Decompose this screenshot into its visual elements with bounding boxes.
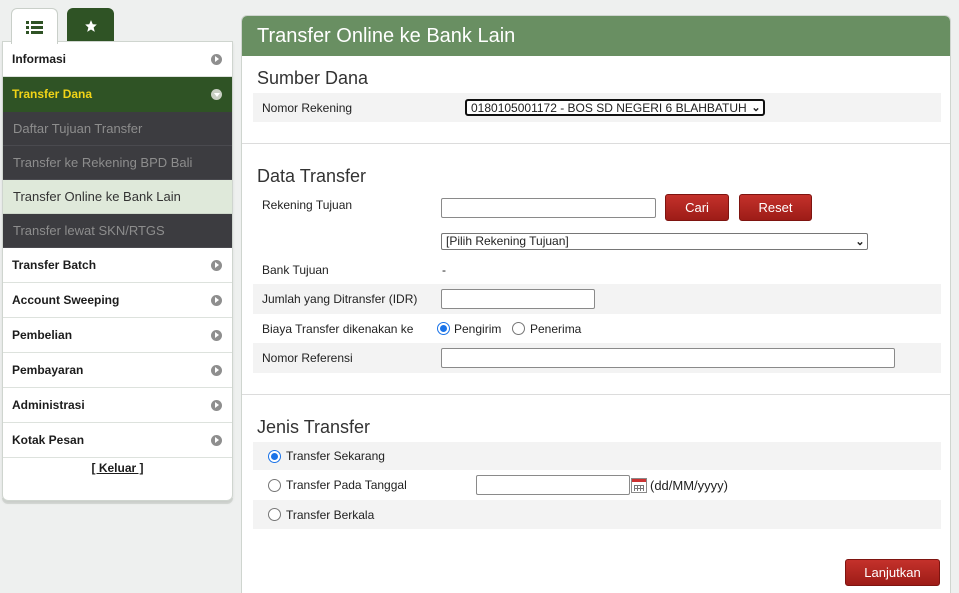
chevron-down-icon: ⌄ [855,235,865,248]
cari-button[interactable]: Cari [665,194,729,221]
radio-transfer-sekarang-label: Transfer Sekarang [286,449,385,463]
sidebar: Informasi Transfer Dana Daftar Tujuan Tr… [2,41,233,501]
main-panel: Transfer Online ke Bank Lain Sumber Dana… [241,15,951,593]
radio-pengirim[interactable] [437,322,450,335]
chevron-down-icon [211,88,222,100]
menu-label: Administrasi [12,398,85,412]
reset-button[interactable]: Reset [739,194,812,221]
rekening-tujuan-input[interactable] [441,198,656,218]
divider [242,394,950,395]
submenu-daftar-tujuan-transfer[interactable]: Daftar Tujuan Transfer [3,112,232,146]
chevron-right-icon [211,364,222,376]
logout-container: [ Keluar ] [3,458,232,475]
logout-link[interactable]: [ Keluar ] [91,461,143,475]
rekening-tujuan-label: Rekening Tujuan [262,198,353,212]
date-format-hint: (dd/MM/yyyy) [650,477,728,493]
divider [242,143,950,144]
favorite-tab[interactable] [67,8,114,43]
menu-label: Transfer Batch [12,258,97,272]
nomor-referensi-label: Nomor Referensi [262,351,353,365]
menu-pembayaran[interactable]: Pembayaran [3,353,232,388]
menu-label: Transfer Dana [12,87,93,101]
pilih-rekening-tujuan-select[interactable]: [Pilih Rekening Tujuan] ⌄ [441,232,868,250]
row-bank-tujuan: Bank Tujuan - [253,256,941,284]
pilih-rekening-value: [Pilih Rekening Tujuan] [446,234,569,248]
chevron-right-icon [211,399,222,411]
menu-administrasi[interactable]: Administrasi [3,388,232,423]
section-title-sumber-dana: Sumber Dana [257,68,369,88]
row-rekening-tujuan: Rekening Tujuan Cari Reset [253,192,941,222]
nomor-referensi-input[interactable] [441,348,895,368]
page-title: Transfer Online ke Bank Lain [242,16,950,56]
bank-tujuan-label: Bank Tujuan [262,263,329,277]
radio-penerima-label: Penerima [530,321,582,336]
row-transfer-pada-tanggal: Transfer Pada Tanggal (dd/MM/yyyy) [253,470,941,500]
row-transfer-sekarang: Transfer Sekarang [253,442,941,470]
radio-transfer-sekarang[interactable] [268,449,281,463]
menu-pembelian[interactable]: Pembelian [3,318,232,353]
menu-informasi[interactable]: Informasi [3,42,232,77]
radio-transfer-pada-tanggal[interactable] [268,478,281,492]
biaya-transfer-label: Biaya Transfer dikenakan ke [262,321,414,336]
submenu-transfer-skn-rtgs[interactable]: Transfer lewat SKN/RTGS [3,214,232,248]
menu-label: Kotak Pesan [12,433,85,447]
chevron-right-icon [211,294,222,306]
nomor-rekening-select[interactable]: 0180105001172 - BOS SD NEGERI 6 BLAHBATU… [465,99,765,116]
menu-label: Informasi [12,52,67,66]
list-icon [25,20,43,34]
chevron-right-icon [211,259,222,271]
radio-transfer-pada-tanggal-label: Transfer Pada Tanggal [286,478,407,492]
row-biaya-transfer: Biaya Transfer dikenakan ke Pengirim Pen… [253,314,941,343]
chevron-right-icon [211,434,222,446]
lanjutkan-button[interactable]: Lanjutkan [845,559,940,586]
menu-transfer-batch[interactable]: Transfer Batch [3,248,232,283]
submenu-transfer-bpd-bali[interactable]: Transfer ke Rekening BPD Bali [3,146,232,180]
section-title-data-transfer: Data Transfer [257,166,367,186]
menu-label: Account Sweeping [12,293,120,307]
chevron-down-icon: ⌄ [751,102,761,114]
row-transfer-berkala: Transfer Berkala [253,500,941,529]
bank-tujuan-value: - [442,263,446,277]
menu-kotak-pesan[interactable]: Kotak Pesan [3,423,232,458]
menu-label: Pembelian [12,328,73,342]
jumlah-label: Jumlah yang Ditransfer (IDR) [262,292,418,306]
menu-transfer-dana[interactable]: Transfer Dana [3,77,232,112]
radio-pengirim-label: Pengirim [454,321,502,336]
nomor-rekening-label: Nomor Rekening [262,100,353,115]
calendar-icon[interactable] [631,477,647,493]
chevron-right-icon [211,53,222,65]
row-pilih-rekening: [Pilih Rekening Tujuan] ⌄ [253,231,941,251]
menu-tab[interactable] [11,8,58,44]
row-nomor-referensi: Nomor Referensi [253,343,941,373]
row-nomor-rekening: Nomor Rekening 0180105001172 - BOS SD NE… [253,93,941,122]
radio-transfer-berkala-label: Transfer Berkala [286,507,375,522]
chevron-right-icon [211,329,222,341]
nomor-rekening-value: 0180105001172 - BOS SD NEGERI 6 BLAHBATU… [471,100,747,115]
submenu-transfer-online-bank-lain[interactable]: Transfer Online ke Bank Lain [3,180,232,214]
menu-account-sweeping[interactable]: Account Sweeping [3,283,232,318]
tanggal-input[interactable] [476,475,630,495]
menu-label: Pembayaran [12,363,84,377]
radio-transfer-berkala[interactable] [268,508,281,521]
section-title-jenis-transfer: Jenis Transfer [257,417,371,437]
jumlah-input[interactable] [441,289,595,309]
radio-penerima[interactable] [512,322,525,335]
row-jumlah: Jumlah yang Ditransfer (IDR) [253,284,941,314]
star-icon [84,19,97,32]
